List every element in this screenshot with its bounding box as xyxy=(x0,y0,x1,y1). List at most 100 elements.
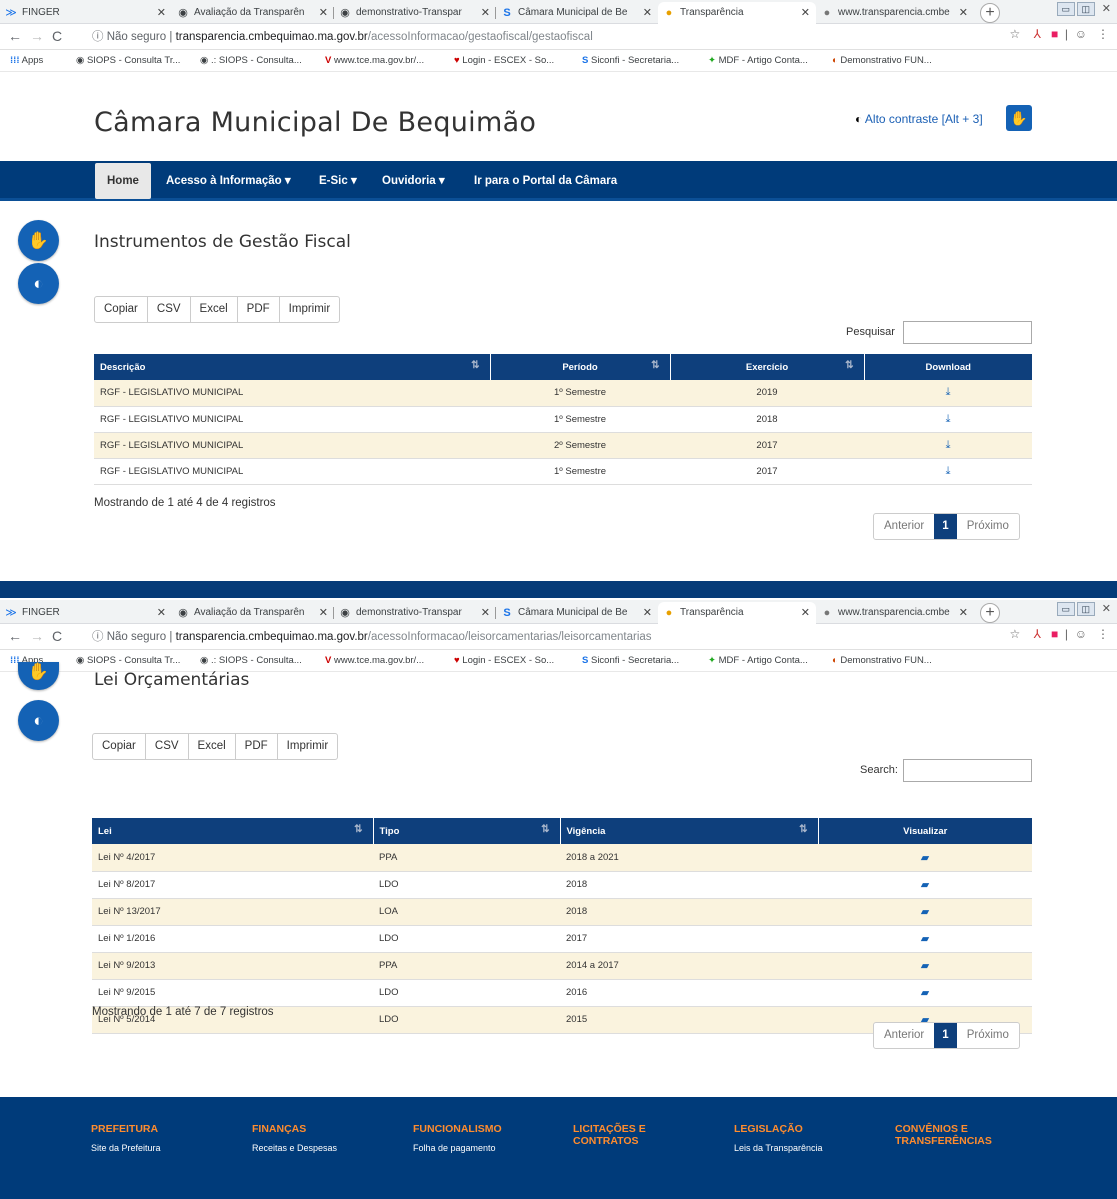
close-window-icon[interactable]: ✕ xyxy=(1095,3,1115,15)
page-1-button[interactable]: 1 xyxy=(934,1023,957,1048)
next-page-button[interactable]: Próximo xyxy=(957,1023,1019,1048)
browser-tab[interactable]: ◉ Avaliação da Transparên ✕ xyxy=(172,602,334,624)
close-tab-icon[interactable]: ✕ xyxy=(157,602,166,624)
browser-tab[interactable]: ◉ demonstrativo-Transpar ✕ xyxy=(334,2,496,24)
column-header[interactable]: Período ⇅ xyxy=(490,354,671,380)
new-tab-button[interactable]: + xyxy=(980,3,1000,23)
profile-icon[interactable]: ☺ xyxy=(1075,627,1087,641)
bookmark[interactable]: S Siconfi - Secretaria... xyxy=(582,650,679,672)
minimize-icon[interactable]: ▭ xyxy=(1056,2,1075,16)
bookmark[interactable]: ◉ .: SIOPS - Consulta... xyxy=(200,650,302,672)
reload-icon[interactable]: C xyxy=(52,28,62,44)
bookmark[interactable]: ✦ MDF - Artigo Conta... xyxy=(708,50,808,72)
contrast-side-button[interactable]: ◐ xyxy=(18,263,59,304)
prev-page-button[interactable]: Anterior xyxy=(874,1023,934,1048)
column-header[interactable]: Lei ⇅ xyxy=(92,818,374,844)
column-header[interactable]: Vigência ⇅ xyxy=(560,818,819,844)
new-tab-button[interactable]: + xyxy=(980,603,1000,623)
browser-tab[interactable]: ≫ FINGER ✕ xyxy=(0,2,172,24)
footer-link[interactable]: Folha de pagamento xyxy=(413,1143,496,1153)
close-tab-icon[interactable]: ✕ xyxy=(801,2,810,24)
bookmark[interactable]: ◉ SIOPS - Consulta Tr... xyxy=(76,50,180,72)
close-tab-icon[interactable]: ✕ xyxy=(319,2,328,24)
url-field[interactable]: ⓘ Não seguro | transparencia.cmbequimao.… xyxy=(92,27,952,47)
browser-tab[interactable]: ◉ Avaliação da Transparên ✕ xyxy=(172,2,334,24)
bookmark[interactable]: ◉ .: SIOPS - Consulta... xyxy=(200,50,302,72)
close-tab-icon[interactable]: ✕ xyxy=(481,2,490,24)
back-icon[interactable]: ← xyxy=(8,628,22,644)
column-header[interactable]: Descrição ⇅ xyxy=(94,354,491,380)
folder-open-icon[interactable]: ▰ xyxy=(921,960,929,972)
libras-side-button[interactable]: ✋ xyxy=(18,662,59,690)
excel-button[interactable]: Excel xyxy=(189,734,236,759)
next-page-button[interactable]: Próximo xyxy=(957,514,1019,539)
download-icon[interactable]: ⤓ xyxy=(946,439,951,451)
close-tab-icon[interactable]: ✕ xyxy=(319,602,328,624)
menu-icon[interactable]: ⋮ xyxy=(1097,27,1109,41)
star-icon[interactable]: ☆ xyxy=(1010,27,1021,41)
bookmark[interactable]: ✦ MDF - Artigo Conta... xyxy=(708,650,808,672)
folder-open-icon[interactable]: ▰ xyxy=(921,933,929,945)
browser-tab[interactable]: ● www.transparencia.cmbe ✕ xyxy=(816,602,974,624)
copy-button[interactable]: Copiar xyxy=(95,297,148,322)
page-1-button[interactable]: 1 xyxy=(934,514,957,539)
pdf-button[interactable]: PDF xyxy=(238,297,280,322)
footer-link[interactable]: Receitas e Despesas xyxy=(252,1143,337,1153)
profile-icon[interactable]: ☺ xyxy=(1075,27,1087,41)
column-header[interactable]: Tipo ⇅ xyxy=(373,818,561,844)
close-tab-icon[interactable]: ✕ xyxy=(959,602,968,624)
nav-ouvidoria[interactable]: Ouvidoria ▾ xyxy=(382,161,445,201)
forward-icon[interactable]: → xyxy=(30,28,44,44)
pdf-extension-icon[interactable]: ⅄ xyxy=(1034,627,1041,641)
browser-tab[interactable]: S Câmara Municipal de Be ✕ xyxy=(496,602,658,624)
contrast-side-button[interactable]: ◐ xyxy=(18,700,59,741)
folder-open-icon[interactable]: ▰ xyxy=(921,987,929,999)
bookmark[interactable]: ♥ Login - ESCEX - So... xyxy=(454,650,554,672)
footer-link[interactable]: Site da Prefeitura xyxy=(91,1143,161,1153)
browser-tab[interactable]: ● www.transparencia.cmbe ✕ xyxy=(816,2,974,24)
forward-icon[interactable]: → xyxy=(30,628,44,644)
maximize-icon[interactable]: ◫ xyxy=(1076,602,1095,616)
print-button[interactable]: Imprimir xyxy=(278,734,338,759)
folder-open-icon[interactable]: ▰ xyxy=(921,852,929,864)
print-button[interactable]: Imprimir xyxy=(280,297,340,322)
browser-tab[interactable]: ≫ FINGER ✕ xyxy=(0,602,172,624)
copy-button[interactable]: Copiar xyxy=(93,734,146,759)
download-icon[interactable]: ⤓ xyxy=(946,465,951,477)
close-tab-icon[interactable]: ✕ xyxy=(643,602,652,624)
search-input[interactable] xyxy=(903,321,1032,344)
back-icon[interactable]: ← xyxy=(8,28,22,44)
close-tab-icon[interactable]: ✕ xyxy=(157,2,166,24)
bookmark[interactable]: V www.tce.ma.gov.br/... xyxy=(325,650,424,672)
colors-extension-icon[interactable]: ■ xyxy=(1051,627,1058,641)
star-icon[interactable]: ☆ xyxy=(1010,627,1021,641)
bookmark[interactable]: V www.tce.ma.gov.br/... xyxy=(325,50,424,72)
bookmark[interactable]: ◐ Demonstrativo FUN... xyxy=(832,650,932,672)
nav-acesso-informacao[interactable]: Acesso à Informação ▾ xyxy=(166,161,291,201)
browser-tab[interactable]: S Câmara Municipal de Be ✕ xyxy=(496,2,658,24)
browser-tab[interactable]: ◉ demonstrativo-Transpar ✕ xyxy=(334,602,496,624)
close-tab-icon[interactable]: ✕ xyxy=(643,2,652,24)
excel-button[interactable]: Excel xyxy=(191,297,238,322)
close-tab-icon[interactable]: ✕ xyxy=(801,602,810,624)
bookmark[interactable]: ◉ SIOPS - Consulta Tr... xyxy=(76,650,180,672)
browser-tab-active[interactable]: ● Transparência ✕ xyxy=(658,2,816,24)
folder-open-icon[interactable]: ▰ xyxy=(921,879,929,891)
column-header[interactable]: Exercício ⇅ xyxy=(670,354,865,380)
pdf-button[interactable]: PDF xyxy=(236,734,278,759)
nav-home[interactable]: Home xyxy=(95,163,151,199)
csv-button[interactable]: CSV xyxy=(146,734,189,759)
csv-button[interactable]: CSV xyxy=(148,297,191,322)
reload-icon[interactable]: C xyxy=(52,628,62,644)
menu-icon[interactable]: ⋮ xyxy=(1097,627,1109,641)
nav-portal-camara[interactable]: Ir para o Portal da Câmara xyxy=(474,161,617,201)
download-icon[interactable]: ⤓ xyxy=(946,386,951,398)
url-field[interactable]: ⓘ Não seguro | transparencia.cmbequimao.… xyxy=(92,627,952,647)
search-input[interactable] xyxy=(903,759,1032,782)
folder-open-icon[interactable]: ▰ xyxy=(921,906,929,918)
footer-link[interactable]: Leis da Transparência xyxy=(734,1143,823,1153)
maximize-icon[interactable]: ◫ xyxy=(1076,2,1095,16)
minimize-icon[interactable]: ▭ xyxy=(1056,602,1075,616)
prev-page-button[interactable]: Anterior xyxy=(874,514,934,539)
pdf-extension-icon[interactable]: ⅄ xyxy=(1034,27,1041,41)
